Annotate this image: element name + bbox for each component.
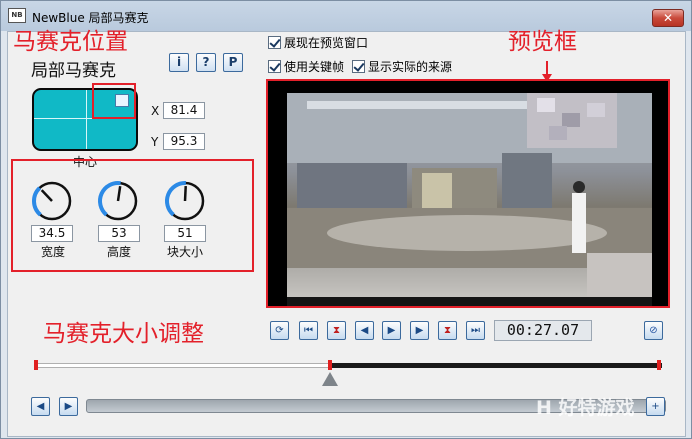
timecode-display: 00:27.07 (494, 320, 592, 341)
plugin-title: 局部马赛克 (31, 61, 116, 81)
compass-icon[interactable]: ⊘ (644, 321, 663, 340)
go-to-start-icon[interactable]: ⏮ (299, 321, 318, 340)
playhead-handle[interactable] (322, 372, 338, 386)
prev-keyframe-icon[interactable]: ⧗ (327, 321, 346, 340)
annotation-mosaic-size: 马赛克大小调整 (43, 321, 204, 347)
height-knob[interactable] (96, 179, 140, 223)
checkbox-check-icon (268, 60, 281, 73)
y-label: Y (151, 135, 159, 149)
step-forward-icon[interactable]: ▶ (410, 321, 429, 340)
show-actual-source-label: 显示实际的来源 (368, 60, 453, 74)
height-label: 高度 (107, 245, 132, 259)
loop-icon[interactable]: ⟳ (270, 321, 289, 340)
info-button[interactable]: i (169, 53, 189, 72)
timeline-keyframe-marker[interactable] (328, 360, 332, 370)
app-window: NB NewBlue 局部马赛克 ✕ 马赛克位置 预览框 马赛克大小调整 局部马… (0, 0, 692, 439)
width-label: 宽度 (41, 245, 66, 259)
show-actual-source-checkbox[interactable]: 显示实际的来源 (352, 58, 452, 75)
zoom-in-icon[interactable]: + (646, 397, 665, 416)
timeline-end-marker[interactable] (657, 360, 661, 370)
block-size-knob[interactable] (163, 179, 207, 223)
timeline-selection (330, 363, 662, 368)
width-field[interactable]: 34.5 (31, 225, 73, 242)
y-field[interactable]: 95.3 (163, 133, 205, 150)
block-size-field[interactable]: 51 (164, 225, 206, 242)
timeline-start-marker[interactable] (34, 360, 38, 370)
scroll-right-icon[interactable]: ▶ (59, 397, 78, 416)
annotation-preview: 预览框 (508, 29, 577, 55)
watermark-text: H 好特游戏 (536, 397, 635, 419)
position-highlight-box (92, 83, 136, 119)
show-in-preview-checkbox[interactable]: 展现在预览窗口 (268, 34, 368, 51)
close-button[interactable]: ✕ (652, 9, 684, 27)
annotation-mosaic-position: 马赛克位置 (13, 29, 128, 55)
pad-vertical-line (86, 90, 87, 149)
preset-button[interactable]: P (223, 53, 243, 72)
checkbox-check-icon (268, 36, 281, 49)
show-in-preview-label: 展现在预览窗口 (284, 36, 369, 50)
block-size-label: 块大小 (167, 245, 204, 259)
window-title: NewBlue 局部马赛克 (32, 11, 149, 25)
help-button[interactable]: ? (196, 53, 216, 72)
height-field[interactable]: 53 (98, 225, 140, 242)
go-to-end-icon[interactable]: ⏭ (466, 321, 485, 340)
x-field[interactable]: 81.4 (163, 102, 205, 119)
play-icon[interactable]: ▶ (382, 321, 401, 340)
use-keyframes-checkbox[interactable]: 使用关键帧 (268, 58, 344, 75)
x-label: X (151, 104, 160, 118)
timeline-track[interactable] (36, 363, 662, 368)
use-keyframes-label: 使用关键帧 (284, 60, 345, 74)
title-bar: NB NewBlue 局部马赛克 ✕ (1, 1, 691, 31)
width-knob[interactable] (30, 179, 74, 223)
step-back-icon[interactable]: ◀ (355, 321, 374, 340)
newblue-logo-icon: NB (8, 8, 26, 23)
checkbox-check-icon (352, 60, 365, 73)
preview-highlight-box (266, 79, 670, 308)
next-keyframe-icon[interactable]: ⧗ (438, 321, 457, 340)
scroll-left-icon[interactable]: ◀ (31, 397, 50, 416)
